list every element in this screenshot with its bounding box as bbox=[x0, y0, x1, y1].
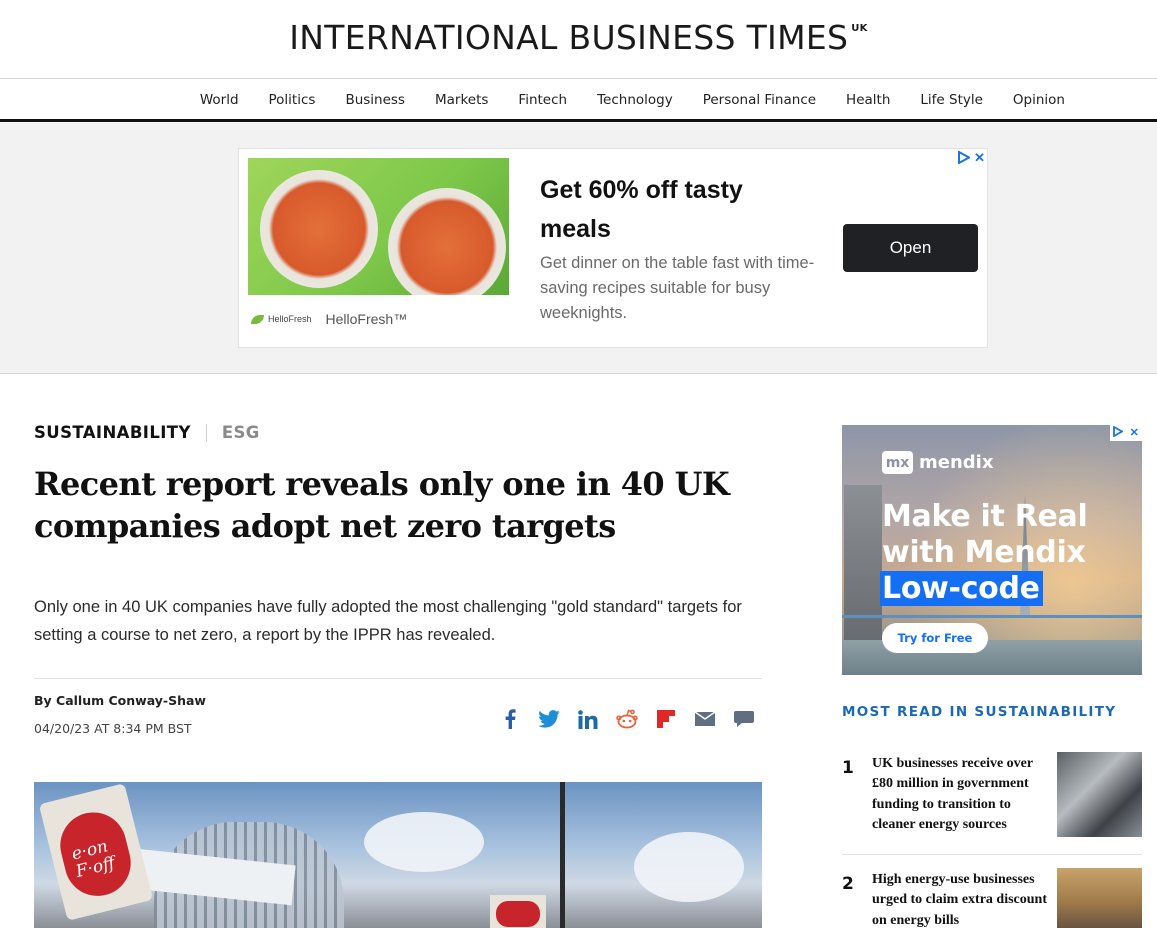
nav-item-opinion[interactable]: Opinion bbox=[1013, 92, 1065, 108]
mendix-logo-text: mendix bbox=[919, 452, 994, 473]
logo-edition: UK bbox=[851, 23, 868, 34]
side-ad-choices: ✕ bbox=[1110, 425, 1142, 441]
most-read-thumbnail[interactable] bbox=[1057, 868, 1142, 928]
subsection-link[interactable]: ESG bbox=[222, 423, 260, 442]
logo-text: INTERNATIONAL BUSINESS TIMES bbox=[289, 18, 849, 57]
protest-sign bbox=[490, 895, 546, 928]
try-for-free-button[interactable]: Try for Free bbox=[882, 623, 988, 653]
most-read-link[interactable]: UK businesses receive over £80 million i… bbox=[872, 754, 1052, 835]
ad-brand[interactable]: HelloFresh HelloFresh™ bbox=[251, 311, 407, 327]
sign-pole bbox=[560, 782, 565, 928]
byline-divider bbox=[34, 678, 762, 679]
side-ad[interactable]: mx mendix Make it Real with Mendix Low-c… bbox=[842, 425, 1142, 675]
publish-date: 04/20/23 AT 8:34 PM BST bbox=[34, 721, 192, 736]
facebook-icon[interactable] bbox=[498, 707, 522, 731]
flipboard-icon[interactable] bbox=[654, 707, 678, 731]
side-ad-headline-line1: Make it Real bbox=[882, 499, 1088, 534]
ad-open-button[interactable]: Open bbox=[843, 224, 978, 272]
hellofresh-leaf-icon bbox=[251, 314, 264, 324]
article-hero-image[interactable]: e·on F·off bbox=[34, 782, 762, 928]
twitter-icon[interactable] bbox=[537, 707, 561, 731]
nav-item-politics[interactable]: Politics bbox=[269, 92, 316, 108]
ad-brand-name: HelloFresh™ bbox=[325, 311, 408, 327]
site-logo[interactable]: INTERNATIONAL BUSINESS TIMES UK bbox=[0, 18, 1157, 57]
nav-item-fintech[interactable]: Fintech bbox=[518, 92, 567, 108]
comment-icon[interactable] bbox=[732, 707, 756, 731]
adchoices-icon[interactable] bbox=[1113, 425, 1125, 440]
eon-protest-sign: e·on F·off bbox=[38, 783, 154, 921]
nav-item-markets[interactable]: Markets bbox=[435, 92, 488, 108]
mendix-logo-box: mx bbox=[882, 451, 913, 474]
section-link[interactable]: SUSTAINABILITY bbox=[34, 423, 191, 442]
most-read-rank: 2 bbox=[842, 874, 854, 894]
pasta-bowl-image bbox=[260, 170, 378, 288]
cloud bbox=[364, 812, 484, 872]
side-ad-headline-line2: with Mendix bbox=[882, 535, 1086, 570]
mendix-logo: mx mendix bbox=[882, 451, 993, 474]
article-headline: Recent report reveals only one in 40 UK … bbox=[34, 465, 730, 545]
article-kicker: SUSTAINABILITY ESG bbox=[34, 423, 260, 442]
share-bar bbox=[498, 707, 756, 731]
ad-close-icon[interactable]: ✕ bbox=[974, 151, 985, 166]
ad-description[interactable]: Get dinner on the table fast with time-s… bbox=[540, 251, 840, 326]
nav-item-technology[interactable]: Technology bbox=[597, 92, 673, 108]
nav-item-personal-finance[interactable]: Personal Finance bbox=[703, 92, 816, 108]
cloud bbox=[634, 832, 744, 902]
most-read-thumbnail[interactable] bbox=[1057, 752, 1142, 837]
ad-close-icon[interactable]: ✕ bbox=[1130, 427, 1139, 439]
most-read-divider bbox=[842, 854, 1142, 855]
ad-food-image[interactable] bbox=[248, 158, 509, 295]
ad-title[interactable]: Get 60% off tasty meals bbox=[540, 171, 800, 249]
adchoices-icon[interactable] bbox=[958, 150, 972, 166]
ad-brand-small: HelloFresh bbox=[268, 314, 312, 324]
side-ad-headline-highlight: Low-code bbox=[880, 571, 1043, 606]
top-ad-band: HelloFresh HelloFresh™ Get 60% off tasty… bbox=[0, 123, 1157, 374]
ad-choices: ✕ bbox=[958, 150, 985, 166]
most-read-title: MOST READ IN SUSTAINABILITY bbox=[842, 704, 1117, 720]
main-nav: World Politics Business Markets Fintech … bbox=[0, 80, 1157, 122]
email-icon[interactable] bbox=[693, 707, 717, 731]
masthead: INTERNATIONAL BUSINESS TIMES UK bbox=[0, 0, 1157, 79]
most-read-link[interactable]: High energy-use businesses urged to clai… bbox=[872, 870, 1052, 928]
pasta-bowl-image bbox=[388, 188, 506, 295]
reddit-icon[interactable] bbox=[615, 707, 639, 731]
side-ad-headline: Make it Real with Mendix Low-code bbox=[880, 499, 1122, 607]
article-lede: Only one in 40 UK companies have fully a… bbox=[34, 598, 742, 644]
top-ad[interactable]: HelloFresh HelloFresh™ Get 60% off tasty… bbox=[238, 148, 988, 348]
author-byline[interactable]: By Callum Conway-Shaw bbox=[34, 693, 206, 708]
most-read-rank: 1 bbox=[842, 758, 854, 778]
nav-item-world[interactable]: World bbox=[200, 92, 239, 108]
nav-item-business[interactable]: Business bbox=[345, 92, 405, 108]
linkedin-icon[interactable] bbox=[576, 707, 600, 731]
kicker-divider bbox=[205, 423, 207, 442]
nav-item-life-style[interactable]: Life Style bbox=[920, 92, 983, 108]
nav-item-health[interactable]: Health bbox=[846, 92, 890, 108]
